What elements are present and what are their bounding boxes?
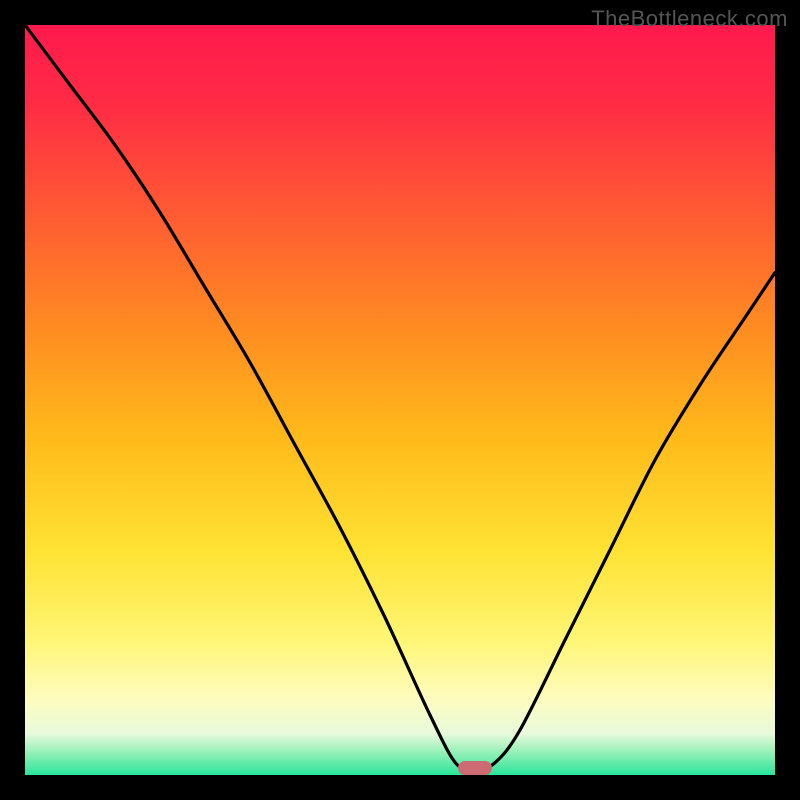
watermark-text: TheBottleneck.com <box>591 6 788 32</box>
optimal-marker <box>458 761 492 775</box>
bottleneck-curve <box>25 25 775 775</box>
plot-area <box>25 25 775 775</box>
chart-frame: TheBottleneck.com <box>0 0 800 800</box>
